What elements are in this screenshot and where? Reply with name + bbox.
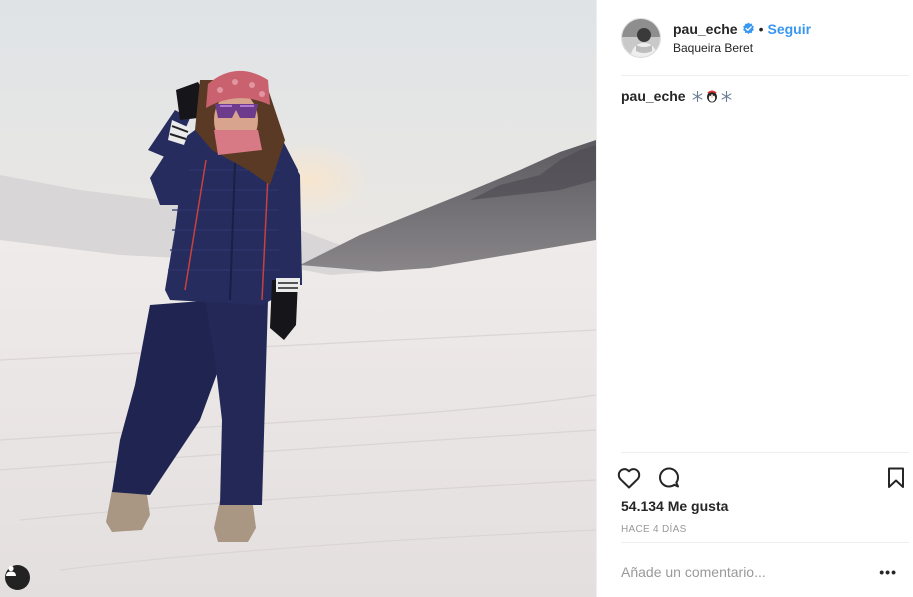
penguin-icon [706, 90, 717, 103]
header-divider [621, 75, 909, 76]
snowflake-icon [721, 90, 732, 102]
like-button[interactable] [617, 464, 649, 492]
snow-scene-image [0, 0, 596, 597]
likes-count[interactable]: 54.134 Me gusta [621, 498, 728, 514]
caption-emoji [692, 89, 732, 103]
save-button[interactable] [877, 464, 905, 492]
avatar[interactable] [621, 18, 661, 58]
comment-form: ••• [621, 562, 905, 582]
post-sidebar: pau_eche • Seguir Baqueira Beret pau_ech… [596, 0, 913, 597]
separator-dot: • [758, 20, 764, 37]
actions-divider [621, 452, 909, 453]
verified-badge-icon [742, 22, 755, 35]
username-link[interactable]: pau_eche [673, 20, 738, 38]
tagged-users-button[interactable] [5, 565, 30, 590]
caption: pau_eche [621, 88, 732, 104]
more-options-button[interactable]: ••• [879, 564, 897, 580]
heart-icon [617, 468, 641, 489]
comment-bubble-icon [659, 467, 679, 488]
location-link[interactable]: Baqueira Beret [673, 39, 811, 57]
post-photo[interactable] [0, 0, 596, 597]
comment-divider [621, 542, 909, 543]
comment-button[interactable] [657, 464, 689, 492]
post-timestamp[interactable]: HACE 4 DÍAS [621, 524, 687, 535]
avatar-image [622, 19, 660, 57]
bookmark-icon [888, 467, 904, 488]
post-header: pau_eche • Seguir Baqueira Beret [621, 16, 905, 60]
snowflake-icon [692, 90, 703, 102]
caption-username-link[interactable]: pau_eche [621, 88, 686, 104]
instagram-post: pau_eche • Seguir Baqueira Beret pau_ech… [0, 0, 913, 597]
action-bar [617, 464, 905, 492]
comment-input[interactable] [621, 564, 871, 580]
follow-button[interactable]: Seguir [768, 20, 812, 38]
user-tag-icon [6, 565, 16, 576]
